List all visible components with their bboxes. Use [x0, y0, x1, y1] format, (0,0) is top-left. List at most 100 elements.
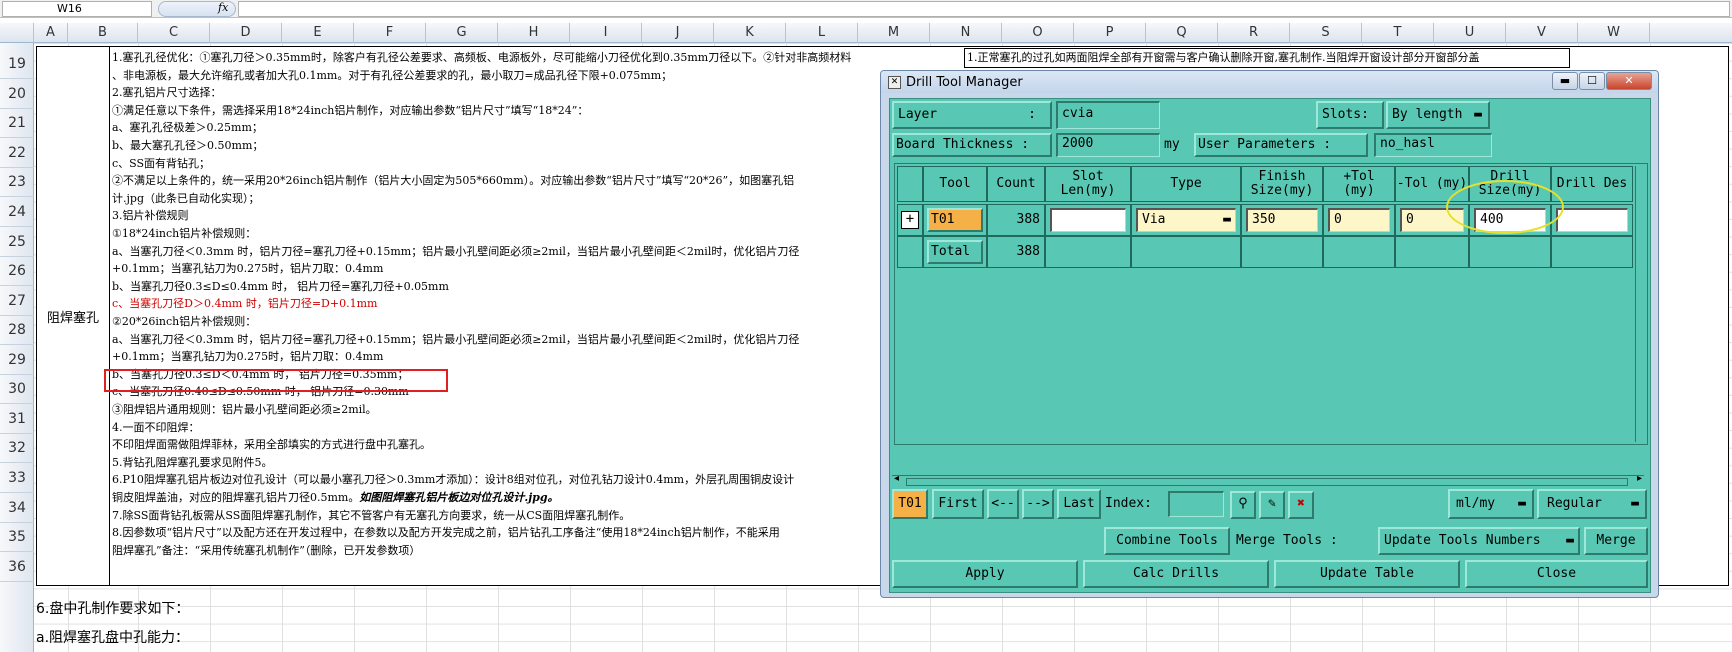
tool-button-t01[interactable]: T01	[927, 208, 983, 232]
mode-dropdown[interactable]: Regular ▬	[1537, 489, 1647, 519]
row-header-23[interactable]: 23	[0, 168, 34, 197]
row-expand-cell[interactable]: +	[897, 204, 923, 236]
drill-des-input[interactable]	[1556, 208, 1628, 232]
note-cell[interactable]: 1.正常塞孔的过孔如两面阻焊全部有开窗需与客户确认删除开窗,塞孔制作.当阻焊开窗…	[964, 48, 1570, 68]
row-header-22[interactable]: 22	[0, 138, 34, 168]
cell-text-line: a、塞孔孔径极差＞0.25mm；	[112, 119, 263, 135]
column-header-j[interactable]: J	[642, 23, 714, 43]
expand-icon[interactable]: +	[901, 211, 919, 229]
merged-label-cell[interactable]: 阻焊塞孔	[36, 46, 109, 586]
row-header-33[interactable]: 33	[0, 463, 34, 493]
column-header-q[interactable]: Q	[1146, 23, 1218, 43]
column-header-w[interactable]: W	[1578, 23, 1650, 43]
column-header-b[interactable]: B	[68, 23, 138, 43]
finish-size-input[interactable]: 350	[1246, 208, 1318, 232]
user-parameters-field[interactable]: no_hasl	[1374, 133, 1492, 157]
fx-icon[interactable]: fx	[218, 1, 228, 14]
next-button[interactable]: -->	[1022, 489, 1054, 519]
slots-dropdown[interactable]: By length ▬	[1386, 101, 1490, 129]
search-icon[interactable]: ⚲	[1230, 491, 1256, 519]
row-header-27[interactable]: 27	[0, 286, 34, 316]
section-heading-cell[interactable]: 6.盘中孔制作要求如下：	[36, 598, 189, 618]
prev-button[interactable]: <--	[987, 489, 1019, 519]
column-header-n[interactable]: N	[930, 23, 1002, 43]
name-box[interactable]: W16	[2, 1, 152, 17]
column-header-g[interactable]: G	[426, 23, 498, 43]
subsection-cell[interactable]: a.阻焊塞孔盘中孔能力：	[36, 627, 189, 647]
total-button[interactable]: Total	[927, 240, 983, 264]
update-table-button[interactable]: Update Table	[1274, 560, 1460, 588]
row-header-21[interactable]: 21	[0, 109, 34, 138]
window-titlebar[interactable]: ✕ Drill Tool Manager ▬ ☐ ✕	[881, 71, 1658, 93]
layer-field[interactable]: cvia	[1056, 101, 1160, 129]
column-header-h[interactable]: H	[498, 23, 570, 43]
column-header-m[interactable]: M	[858, 23, 930, 43]
column-header-o[interactable]: O	[1002, 23, 1074, 43]
column-header-l[interactable]: L	[786, 23, 858, 43]
minimize-icon[interactable]: ▬	[1552, 72, 1578, 90]
column-header-c[interactable]: C	[138, 23, 210, 43]
close-icon[interactable]: ✕	[1606, 72, 1652, 90]
column-header-v[interactable]: V	[1506, 23, 1578, 43]
row-header-34[interactable]: 34	[0, 493, 34, 523]
table-cell	[1323, 236, 1395, 268]
header-tool: Tool	[923, 166, 987, 202]
column-header-s[interactable]: S	[1290, 23, 1362, 43]
maximize-icon[interactable]: ☐	[1579, 72, 1605, 90]
update-tools-numbers-value: Update Tools Numbers	[1384, 533, 1541, 548]
update-tools-numbers-dropdown[interactable]: Update Tools Numbers ▬	[1378, 527, 1580, 555]
first-button[interactable]: First	[932, 489, 984, 519]
row-header-20[interactable]: 20	[0, 79, 34, 109]
row-header-26[interactable]: 26	[0, 257, 34, 286]
delete-icon[interactable]: ✖	[1288, 491, 1314, 519]
scroll-left-icon[interactable]: ◂	[894, 473, 899, 484]
formula-input[interactable]	[238, 1, 1730, 17]
line-text: +0.1mm；当塞孔钻刀为0.275时，铝片刀取：0.4mm	[112, 350, 384, 364]
unit-dropdown[interactable]: ml/my ▬	[1448, 489, 1534, 519]
row-header-31[interactable]: 31	[0, 404, 34, 434]
horizontal-scrollbar[interactable]: ◂ ▸	[892, 473, 1644, 487]
apply-button[interactable]: Apply	[892, 560, 1078, 588]
column-header-d[interactable]: D	[210, 23, 282, 43]
vertical-scrollbar[interactable]	[1635, 166, 1647, 442]
slot-len-cell	[1045, 204, 1131, 236]
scroll-right-icon[interactable]: ▸	[1637, 473, 1642, 484]
select-all-corner[interactable]	[0, 23, 34, 43]
column-header-u[interactable]: U	[1434, 23, 1506, 43]
close-button[interactable]: Close	[1465, 560, 1648, 588]
window-title: Drill Tool Manager	[906, 75, 1023, 90]
column-header-e[interactable]: E	[282, 23, 354, 43]
row-header-25[interactable]: 25	[0, 227, 34, 257]
type-dropdown[interactable]: Via ▬	[1136, 208, 1236, 232]
combine-tools-button[interactable]: Combine Tools	[1104, 527, 1230, 555]
column-header-k[interactable]: K	[714, 23, 786, 43]
scrollbar-thumb[interactable]	[906, 478, 1628, 486]
board-thickness-field[interactable]: 2000	[1056, 133, 1160, 157]
cell-text-line: c、当塞孔刀径D＞0.4mm 时，铝片刀径=D+0.1mm	[112, 295, 377, 311]
edit-icon[interactable]: ✎	[1259, 491, 1285, 519]
row-header-30[interactable]: 30	[0, 375, 34, 404]
row-header-29[interactable]: 29	[0, 345, 34, 375]
column-header-p[interactable]: P	[1074, 23, 1146, 43]
row-header-19[interactable]: 19	[0, 50, 34, 79]
cell-text-line: c、SS面有背钻孔；	[112, 155, 210, 171]
row-header-28[interactable]: 28	[0, 316, 34, 345]
row-header-35[interactable]: 35	[0, 523, 34, 552]
column-header-r[interactable]: R	[1218, 23, 1290, 43]
board-thickness-label: Board Thickness :	[892, 133, 1052, 157]
row-header-36[interactable]: 36	[0, 552, 34, 582]
column-header-a[interactable]: A	[34, 23, 68, 43]
column-header-f[interactable]: F	[354, 23, 426, 43]
last-button[interactable]: Last	[1057, 489, 1101, 519]
slots-value: By length	[1392, 107, 1463, 122]
slot-len-input[interactable]	[1050, 208, 1126, 232]
merge-button[interactable]: Merge	[1584, 527, 1648, 555]
cell-text-line: 7.除SS面背钻孔板需从SS面阻焊塞孔制作，其它不管客户有无塞孔方向要求，统一从…	[112, 507, 630, 523]
index-field[interactable]	[1168, 491, 1224, 517]
row-header-32[interactable]: 32	[0, 434, 34, 463]
column-header-i[interactable]: I	[570, 23, 642, 43]
row-header-24[interactable]: 24	[0, 197, 34, 227]
column-header-t[interactable]: T	[1362, 23, 1434, 43]
calc-drills-button[interactable]: Calc Drills	[1083, 560, 1269, 588]
plus-tol-input[interactable]: 0	[1328, 208, 1390, 232]
